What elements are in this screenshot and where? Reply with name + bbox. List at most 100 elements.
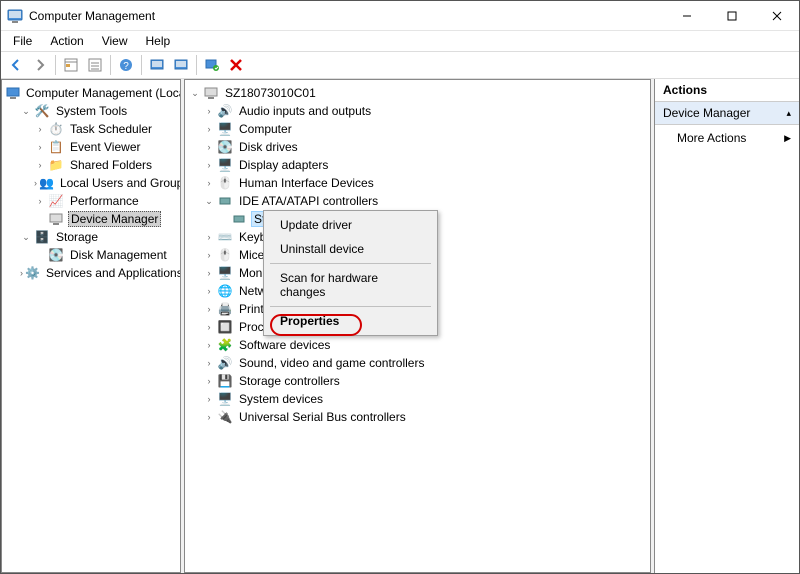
view-list-button[interactable]	[170, 54, 192, 76]
expand-icon[interactable]: ›	[203, 123, 215, 135]
forward-button[interactable]	[29, 54, 51, 76]
ctx-uninstall-device[interactable]: Uninstall device	[266, 237, 435, 261]
close-button[interactable]	[754, 1, 799, 30]
device-root[interactable]: ⌄ SZ18073010C01	[187, 84, 648, 102]
collapse-icon[interactable]: ⌄	[20, 105, 32, 117]
tree-label: System devices	[237, 392, 325, 406]
tree-label: Storage controllers	[237, 374, 342, 388]
collapse-icon[interactable]: ⌄	[203, 195, 215, 207]
expand-icon[interactable]: ›	[203, 159, 215, 171]
device-cat-computer[interactable]: › 🖥️ Computer	[187, 120, 648, 138]
device-cat-system-devices[interactable]: › 🖥️ System devices	[187, 390, 648, 408]
tree-local-users-groups[interactable]: › 👥 Local Users and Groups	[4, 174, 178, 192]
expand-icon[interactable]: ›	[34, 177, 37, 189]
tree-label: Performance	[68, 194, 141, 208]
ctx-separator	[270, 306, 431, 307]
tree-task-scheduler[interactable]: › ⏱️ Task Scheduler	[4, 120, 178, 138]
usb-icon: 🔌	[217, 409, 233, 425]
tree-label: Computer	[237, 122, 294, 136]
device-cat-disk-drives[interactable]: › 💽 Disk drives	[187, 138, 648, 156]
expand-icon[interactable]: ›	[203, 105, 215, 117]
device-cat-usb[interactable]: › 🔌 Universal Serial Bus controllers	[187, 408, 648, 426]
console-tree-pane[interactable]: Computer Management (Local) ⌄ 🛠️ System …	[1, 79, 181, 573]
toolbar-separator	[196, 55, 197, 75]
tree-services-apps[interactable]: › ⚙️ Services and Applications	[4, 264, 178, 282]
expand-icon[interactable]: ›	[203, 303, 215, 315]
svg-text:?: ?	[123, 61, 129, 72]
menu-help[interactable]: Help	[138, 32, 179, 50]
expand-icon[interactable]: ›	[34, 141, 46, 153]
tree-storage[interactable]: ⌄ 🗄️ Storage	[4, 228, 178, 246]
device-cat-hid[interactable]: › 🖱️ Human Interface Devices	[187, 174, 648, 192]
expand-icon[interactable]: ›	[203, 231, 215, 243]
device-cat-storage-controllers[interactable]: › 💾 Storage controllers	[187, 372, 648, 390]
expand-icon[interactable]: ›	[34, 159, 46, 171]
sound-icon: 🔊	[217, 355, 233, 371]
expand-icon[interactable]: ›	[20, 267, 23, 279]
console-tree[interactable]: Computer Management (Local) ⌄ 🛠️ System …	[2, 80, 180, 286]
expand-icon[interactable]: ›	[203, 249, 215, 261]
back-button[interactable]	[5, 54, 27, 76]
computer-icon: 🖥️	[217, 121, 233, 137]
tree-label: Services and Applications	[44, 266, 181, 280]
minimize-button[interactable]	[664, 1, 709, 30]
computer-icon	[203, 85, 219, 101]
properties-toolbar-button[interactable]	[84, 54, 106, 76]
tree-label: Event Viewer	[68, 140, 142, 154]
tree-event-viewer[interactable]: › 📋 Event Viewer	[4, 138, 178, 156]
display-icon: 🖥️	[217, 157, 233, 173]
expand-icon[interactable]: ›	[203, 411, 215, 423]
tree-system-tools[interactable]: ⌄ 🛠️ System Tools	[4, 102, 178, 120]
tree-label: Software devices	[237, 338, 332, 352]
storage-icon: 🗄️	[34, 229, 50, 245]
actions-pane: Actions Device Manager ▴ More Actions ▶	[654, 79, 799, 573]
body: Computer Management (Local) ⌄ 🛠️ System …	[1, 79, 799, 573]
collapse-icon[interactable]: ⌄	[20, 231, 32, 243]
expand-icon[interactable]: ›	[203, 267, 215, 279]
expand-icon[interactable]: ›	[203, 339, 215, 351]
more-actions-link[interactable]: More Actions ▶	[655, 125, 799, 151]
tree-shared-folders[interactable]: › 📁 Shared Folders	[4, 156, 178, 174]
device-cat-display[interactable]: › 🖥️ Display adapters	[187, 156, 648, 174]
remove-device-button[interactable]	[225, 54, 247, 76]
show-hide-tree-button[interactable]	[60, 54, 82, 76]
device-cat-software[interactable]: › 🧩 Software devices	[187, 336, 648, 354]
app-icon	[7, 8, 23, 24]
ctx-properties[interactable]: Properties	[266, 309, 435, 333]
collapse-icon[interactable]: ⌄	[189, 87, 201, 99]
expand-icon[interactable]: ›	[34, 195, 46, 207]
expand-icon[interactable]: ›	[203, 375, 215, 387]
menubar: File Action View Help	[1, 31, 799, 51]
maximize-button[interactable]	[709, 1, 754, 30]
scan-hardware-button[interactable]	[201, 54, 223, 76]
actions-section-title: Device Manager	[663, 106, 750, 120]
expand-icon[interactable]: ›	[203, 357, 215, 369]
ctx-update-driver[interactable]: Update driver	[266, 213, 435, 237]
collapse-icon[interactable]: ▴	[786, 108, 791, 119]
menu-view[interactable]: View	[94, 32, 136, 50]
tree-label: SZ18073010C01	[223, 86, 318, 100]
tools-icon: 🛠️	[34, 103, 50, 119]
users-icon: 👥	[39, 175, 54, 191]
tree-root[interactable]: Computer Management (Local)	[4, 84, 178, 102]
device-cat-ide[interactable]: ⌄ IDE ATA/ATAPI controllers	[187, 192, 648, 210]
help-button[interactable]: ?	[115, 54, 137, 76]
expand-icon[interactable]: ›	[203, 285, 215, 297]
actions-section-header[interactable]: Device Manager ▴	[655, 102, 799, 125]
storage-ctrl-icon: 💾	[217, 373, 233, 389]
menu-file[interactable]: File	[5, 32, 40, 50]
view-large-button[interactable]	[146, 54, 168, 76]
menu-action[interactable]: Action	[42, 32, 91, 50]
expand-icon[interactable]: ›	[34, 123, 46, 135]
tree-device-manager[interactable]: Device Manager	[4, 210, 178, 228]
tree-disk-management[interactable]: 💽 Disk Management	[4, 246, 178, 264]
expand-icon[interactable]: ›	[203, 177, 215, 189]
ctx-scan-hardware[interactable]: Scan for hardware changes	[266, 266, 435, 304]
device-tree-pane[interactable]: ⌄ SZ18073010C01 › 🔊 Audio inputs and out…	[184, 79, 651, 573]
device-cat-audio[interactable]: › 🔊 Audio inputs and outputs	[187, 102, 648, 120]
expand-icon[interactable]: ›	[203, 393, 215, 405]
device-cat-sound[interactable]: › 🔊 Sound, video and game controllers	[187, 354, 648, 372]
tree-performance[interactable]: › 📈 Performance	[4, 192, 178, 210]
expand-icon[interactable]: ›	[203, 321, 215, 333]
expand-icon[interactable]: ›	[203, 141, 215, 153]
